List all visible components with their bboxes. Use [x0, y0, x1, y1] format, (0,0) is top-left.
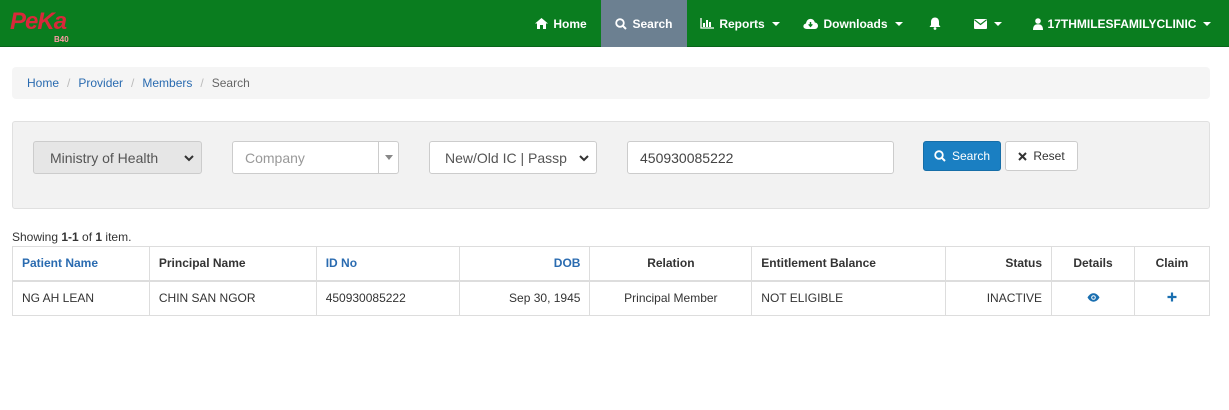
breadcrumb-provider[interactable]: Provider: [78, 76, 123, 90]
nav-home[interactable]: Home: [522, 0, 600, 47]
column-header-id-no[interactable]: ID No: [315, 246, 460, 282]
ministry-select[interactable]: Ministry of Health: [33, 141, 202, 174]
column-header-relation: Relation: [589, 246, 753, 282]
breadcrumb-separator: /: [131, 76, 135, 90]
nav-user-dropdown[interactable]: 17THMILESFAMILYCLINIC: [1024, 0, 1220, 47]
nav-user-label: 17THMILESFAMILYCLINIC: [1047, 16, 1197, 31]
home-icon: [535, 18, 549, 29]
breadcrumb-members[interactable]: Members: [142, 76, 192, 90]
cell-details: [1051, 280, 1135, 316]
summary-middle: of: [78, 230, 96, 244]
column-header-dob[interactable]: DOB: [458, 246, 591, 282]
id-number-input-value: 450930085222: [640, 149, 734, 166]
search-button[interactable]: Search: [923, 141, 1001, 171]
column-header-status: Status: [945, 246, 1053, 282]
logo-subtext: B40: [54, 35, 69, 44]
ministry-select-value: Ministry of Health: [50, 149, 159, 166]
chevron-down-icon: [894, 21, 903, 26]
peka-logo[interactable]: PeKa B40: [10, 8, 82, 44]
column-header-principal-name: Principal Name: [148, 246, 317, 282]
column-header-claim: Claim: [1133, 246, 1211, 282]
plus-icon[interactable]: [1167, 292, 1177, 302]
chevron-down-icon: [579, 155, 589, 162]
breadcrumb-current: Search: [211, 76, 250, 90]
cell-patient-name: NG AH LEAN: [12, 280, 150, 316]
caret-down-icon[interactable]: [385, 155, 393, 160]
chevron-down-icon: [184, 155, 194, 162]
nav-reports-label: Reports: [719, 16, 765, 31]
members-table: Patient Name Principal Name ID No DOB Re…: [12, 246, 1211, 316]
search-icon: [934, 150, 946, 162]
search-button-label: Search: [951, 149, 991, 163]
logo-text: PeKa: [10, 8, 67, 35]
cell-status: INACTIVE: [945, 280, 1053, 316]
id-type-select[interactable]: New/Old IC | Passp: [429, 141, 597, 174]
cell-dob: Sep 30, 1945: [458, 280, 591, 316]
table-row: NG AH LEAN CHIN SAN NGOR 450930085222 Se…: [12, 280, 1211, 316]
chevron-down-icon: [994, 21, 1002, 26]
search-icon: [615, 17, 628, 30]
results-summary: Showing 1-1 of 1 item.: [12, 230, 131, 244]
envelope-icon: [974, 18, 987, 29]
reset-button[interactable]: Reset: [1005, 141, 1078, 171]
nav-messages-dropdown[interactable]: [962, 0, 1014, 47]
chevron-down-icon: [1203, 21, 1212, 26]
id-type-select-value: New/Old IC | Passp: [445, 149, 567, 166]
top-navbar: PeKa B40 Home Search Reports Downloads 1…: [0, 0, 1229, 47]
breadcrumb: Home / Provider / Members / Search: [12, 67, 1210, 99]
column-header-details: Details: [1051, 246, 1135, 282]
company-select[interactable]: Company: [232, 141, 399, 174]
breadcrumb-home[interactable]: Home: [27, 76, 59, 90]
cell-id-no: 450930085222: [315, 280, 460, 316]
column-header-patient-name[interactable]: Patient Name: [12, 246, 150, 282]
column-header-entitlement-balance: Entitlement Balance: [751, 246, 947, 282]
summary-prefix: Showing: [12, 230, 62, 244]
bell-icon: [929, 17, 941, 30]
eye-icon[interactable]: [1087, 293, 1100, 302]
cell-entitlement-balance: NOT ELIGIBLE: [751, 280, 947, 316]
nav-downloads-label: Downloads: [823, 16, 888, 31]
chevron-down-icon: [771, 21, 780, 26]
cell-relation: Principal Member: [589, 280, 753, 316]
cell-claim: [1133, 280, 1211, 316]
table-header-row: Patient Name Principal Name ID No DOB Re…: [12, 246, 1211, 282]
breadcrumb-separator: /: [67, 76, 71, 90]
company-select-placeholder: Company: [245, 149, 305, 166]
close-icon: [1018, 151, 1028, 161]
summary-range: 1-1: [61, 230, 79, 244]
id-number-input[interactable]: 450930085222: [627, 141, 894, 174]
nav-search[interactable]: Search: [601, 0, 687, 47]
bar-chart-icon: [700, 18, 715, 29]
cell-principal-name: CHIN SAN NGOR: [148, 280, 317, 316]
nav-home-label: Home: [553, 16, 587, 31]
select-divider: [378, 142, 379, 173]
breadcrumb-separator: /: [200, 76, 204, 90]
cloud-download-icon: [803, 18, 819, 29]
nav-downloads-dropdown[interactable]: Downloads: [795, 0, 911, 47]
nav-search-label: Search: [632, 16, 673, 31]
user-icon: [1032, 17, 1043, 30]
summary-suffix: item.: [102, 230, 132, 244]
nav-reports-dropdown[interactable]: Reports: [690, 0, 790, 47]
search-filter-panel: Ministry of Health Company New/Old IC | …: [12, 121, 1210, 209]
reset-button-label: Reset: [1033, 149, 1065, 163]
nav-notifications[interactable]: [918, 0, 952, 47]
